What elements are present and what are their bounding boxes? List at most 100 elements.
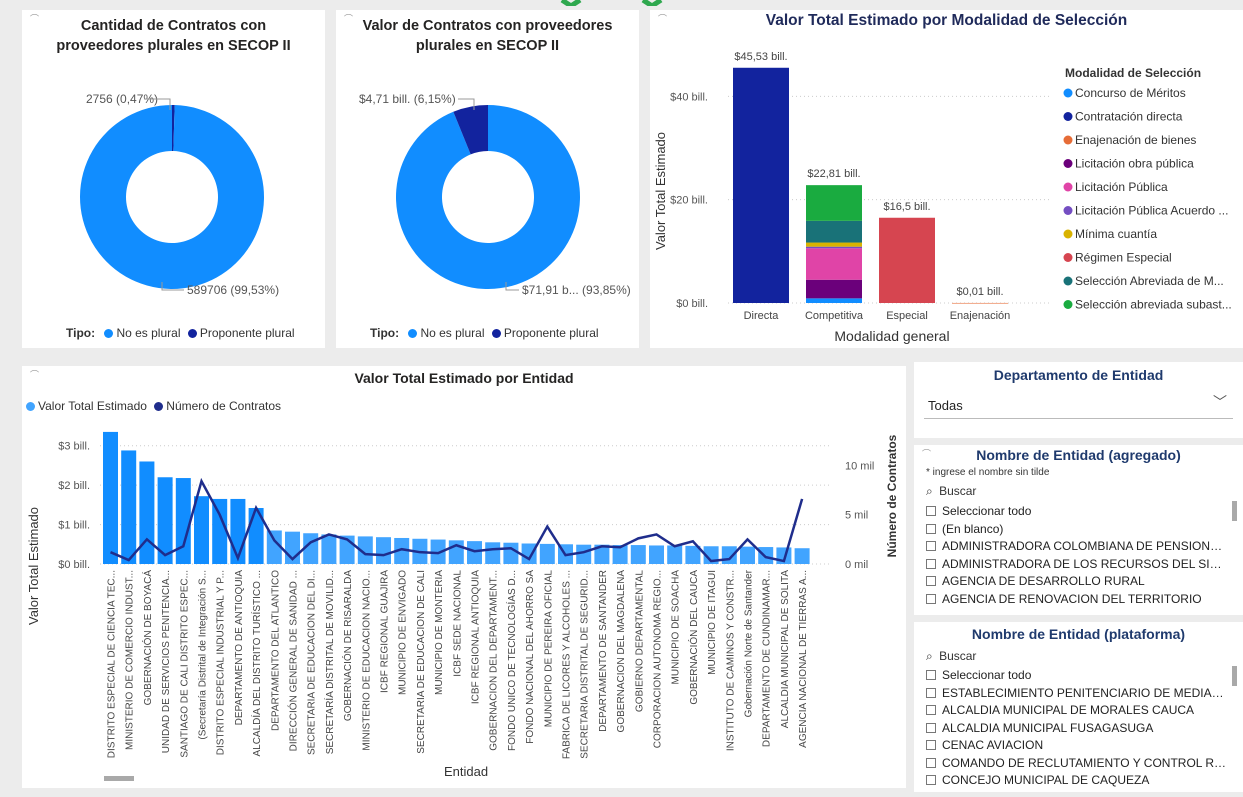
entity-bar[interactable]: [139, 461, 155, 564]
donut2-legend-item-0[interactable]: No es plural: [420, 326, 484, 340]
slicer-list-item[interactable]: ADMINISTRADORA COLOMBIANA DE PENSIONES (…: [926, 538, 1229, 556]
checkbox[interactable]: [926, 687, 936, 698]
legend-item[interactable]: Régimen Especial: [1075, 251, 1172, 265]
entity-bar[interactable]: [503, 542, 519, 564]
donut1-legend-item-0[interactable]: No es plural: [116, 326, 180, 340]
x-entity-label: MUNICIPIO DE ENVIGADO: [398, 570, 409, 695]
legend-item[interactable]: Selección Abreviada de M...: [1075, 274, 1224, 288]
entity-bar[interactable]: [521, 543, 537, 564]
legend-item[interactable]: Enajenación de bienes: [1075, 133, 1196, 147]
x-entity-label: INSTITUTO DE CAMINOS Y CONSTR...: [725, 570, 736, 751]
donut-card-cantidad[interactable]: ⌒ Cantidad de Contratos con proveedores …: [22, 10, 325, 348]
checkbox[interactable]: [926, 576, 936, 586]
bar-segment[interactable]: [806, 246, 862, 249]
x-entity-label: ICBF REGIONAL ANTIOQUIA: [471, 570, 482, 704]
bar-segment[interactable]: [952, 302, 1008, 304]
entity-bar[interactable]: [230, 498, 246, 564]
slicer-list-item[interactable]: AGENCIA DE DESARROLLO RURAL: [926, 573, 1229, 591]
slicer-list-item[interactable]: Seleccionar todo: [926, 503, 1229, 521]
checkbox[interactable]: [926, 757, 936, 768]
checkbox[interactable]: [926, 670, 936, 680]
x-entity-label: DISTRITO ESPECIAL DE CIENCIA TEC...: [107, 570, 118, 758]
entity-bar[interactable]: [103, 431, 118, 564]
modalidad-bar-chart[interactable]: $0 bill. $20 bill. $40 bill. $45,53 bill. D…: [650, 10, 1243, 348]
departamento-dropdown[interactable]: Todas ﹀: [924, 388, 1233, 419]
slicer-list-item[interactable]: ADMINISTRADORA DE LOS RECURSOS DEL SISTE…: [926, 556, 1229, 574]
donut1-legend-item-1[interactable]: Proponente plural: [200, 326, 295, 340]
vertical-scrollbar[interactable]: [1232, 501, 1237, 521]
slicer-plataforma-search[interactable]: ⌕ Buscar: [926, 649, 976, 664]
entidad-combo-chart[interactable]: $0 bill. $1 bill. $2 bill. $3 bill. 0 mil 5 m…: [22, 366, 906, 788]
bar-segment[interactable]: [806, 298, 862, 303]
y-tick-label: $3 bill.: [58, 441, 90, 453]
legend-item[interactable]: Contratación directa: [1075, 110, 1183, 124]
checkbox[interactable]: [926, 558, 936, 569]
vertical-scrollbar[interactable]: [1232, 666, 1237, 686]
entity-bar[interactable]: [212, 498, 228, 564]
checkbox[interactable]: [926, 523, 936, 534]
checkbox[interactable]: [926, 722, 936, 733]
donut2-chart[interactable]: $4,71 bill. (6,15%) $71,91 b... (93,85%): [336, 10, 639, 348]
legend-item[interactable]: Licitación Pública Acuerdo ...: [1075, 204, 1228, 218]
donut2-legend-item-1[interactable]: Proponente plural: [504, 326, 599, 340]
bar-ylabel: Valor Total Estimado: [653, 132, 668, 250]
slicer-list-item[interactable]: CENAC AVIACION: [926, 737, 1229, 755]
bar-segment[interactable]: [806, 279, 862, 299]
slicer-list-item[interactable]: CONCEJO MUNICIPAL DE CAQUEZA: [926, 772, 1229, 790]
slicer-agregado-search[interactable]: ⌕ Buscar: [926, 484, 976, 499]
slicer-list-item[interactable]: ALCALDIA MUNICIPAL DE MORALES CAUCA: [926, 702, 1229, 720]
legend-item[interactable]: Licitación obra pública: [1075, 157, 1194, 171]
donut-card-valor[interactable]: ⌒ Valor de Contratos con proveedores plu…: [336, 10, 639, 348]
checkbox[interactable]: [926, 740, 936, 750]
legend-item[interactable]: Licitación Pública: [1075, 180, 1168, 194]
entity-bar[interactable]: [539, 543, 555, 564]
entity-bar[interactable]: [667, 545, 683, 564]
legend-item[interactable]: Mínima cuantía: [1075, 227, 1157, 241]
checkbox[interactable]: [926, 506, 936, 516]
entity-bar[interactable]: [794, 548, 810, 564]
legend-dot-icon: [1063, 159, 1073, 168]
legend-item[interactable]: Selección abreviada subast...: [1075, 298, 1232, 312]
checkbox[interactable]: [926, 541, 936, 551]
x-entity-label: CORPORACION AUTONOMA REGIO...: [653, 570, 664, 748]
legend-dot-icon: [1063, 112, 1073, 121]
entidad-combo-card[interactable]: ⌒ Valor Total Estimado por Entidad Valor…: [22, 366, 906, 788]
entity-bar[interactable]: [630, 545, 646, 564]
checkbox[interactable]: [926, 593, 936, 604]
donut1-chart[interactable]: 2756 (0,47%) 589706 (99,53%): [22, 10, 325, 348]
checkbox[interactable]: [926, 705, 936, 715]
entity-bar[interactable]: [576, 544, 592, 564]
bar-segment[interactable]: [806, 242, 862, 247]
bar-segment[interactable]: [806, 185, 862, 221]
slicer-plataforma-title: Nombre de Entidad (plataforma): [971, 626, 1186, 642]
bar-segment[interactable]: [806, 248, 862, 280]
entity-bar[interactable]: [321, 534, 337, 564]
slicer-list-item[interactable]: ALCALDIA MUNICIPAL FUSAGASUGA: [926, 720, 1229, 738]
entity-bar[interactable]: [448, 540, 464, 564]
modalidad-bar-card[interactable]: ⌒ Valor Total Estimado por Modalidad de …: [650, 10, 1243, 348]
x-entity-label: GOBERNACIÓN DE BOYACÁ: [141, 570, 154, 706]
slicer-list-item[interactable]: Seleccionar todo: [926, 667, 1229, 685]
legend-item[interactable]: Concurso de Méritos: [1075, 86, 1186, 100]
entity-bar[interactable]: [376, 537, 391, 564]
checkbox[interactable]: [926, 775, 936, 785]
entity-bar[interactable]: [467, 541, 482, 564]
slicer-list-item[interactable]: ESTABLECIMIENTO PENITENCIARIO DE MEDIANA…: [926, 685, 1229, 703]
entity-bar[interactable]: [485, 542, 501, 564]
bar-segment[interactable]: [733, 67, 789, 304]
slicer-list-item[interactable]: COMANDO DE RECLUTAMIENTO Y CONTROL RESER…: [926, 755, 1229, 773]
slicer-agregado-list: Seleccionar todo (En blanco) ADMINISTRADOR…: [926, 503, 1229, 608]
donut1-label-large: 589706 (99,53%): [187, 283, 279, 297]
bar-segment[interactable]: [879, 217, 935, 303]
entity-bar[interactable]: [194, 496, 209, 564]
entity-bar[interactable]: [740, 546, 755, 564]
legend-dot-icon: [491, 329, 501, 338]
slicer-list-item[interactable]: AGENCIA DE RENOVACION DEL TERRITORIO: [926, 591, 1229, 609]
entity-bar[interactable]: [649, 545, 664, 564]
bar-segment[interactable]: [806, 220, 862, 243]
entity-bar[interactable]: [121, 450, 137, 564]
slicer-entidad-plataforma: Nombre de Entidad (plataforma) ⌕ Buscar …: [914, 622, 1243, 792]
entity-bar[interactable]: [175, 478, 191, 564]
horizontal-scrollbar[interactable]: [104, 776, 134, 781]
slicer-list-item[interactable]: (En blanco): [926, 521, 1229, 539]
